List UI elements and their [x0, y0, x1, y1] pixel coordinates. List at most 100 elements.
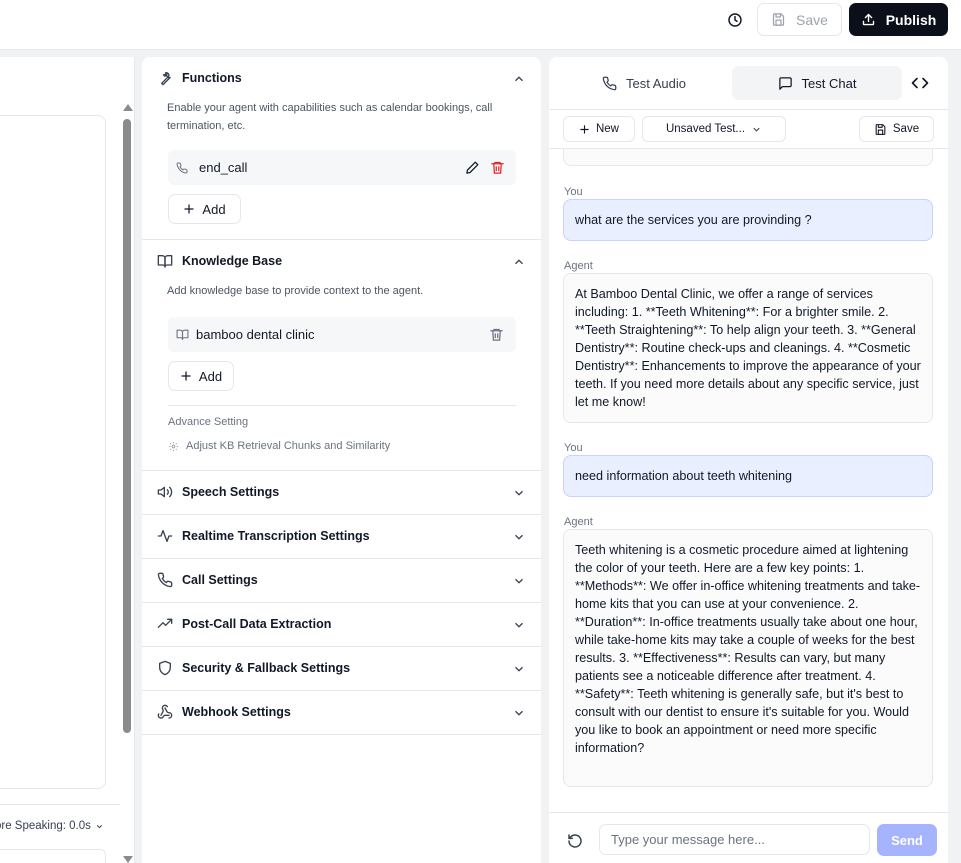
divider	[168, 405, 516, 406]
post-call-extraction-title: Post-Call Data Extraction	[182, 617, 332, 631]
ignore-speaking-select[interactable]: Ignore Speaking: 0.0s	[0, 820, 104, 832]
scroll-up-arrow[interactable]	[123, 104, 133, 111]
history-button[interactable]	[722, 7, 748, 33]
post-call-extraction-section[interactable]: Post-Call Data Extraction	[142, 603, 541, 647]
divider	[0, 804, 120, 805]
message-role: Agent	[564, 516, 593, 528]
webhook-settings-header[interactable]: Webhook Settings	[157, 702, 291, 722]
chevron-down-icon	[753, 127, 760, 132]
call-settings-header[interactable]: Call Settings	[157, 570, 258, 590]
add-function-button[interactable]: Add	[168, 194, 241, 224]
phone-icon	[157, 572, 173, 588]
prompt-editor[interactable]	[0, 115, 106, 789]
tab-test-audio[interactable]: Test Audio	[564, 66, 724, 100]
trash-icon[interactable]	[490, 160, 505, 175]
knowledge-base-section: Knowledge Base Add knowledge base to pro…	[142, 240, 541, 471]
new-chat-label: New	[595, 123, 619, 135]
chevron-down-icon[interactable]	[512, 486, 526, 500]
realtime-transcription-header[interactable]: Realtime Transcription Settings	[157, 526, 370, 546]
chat-messages[interactable]: You what are the services you are provin…	[549, 149, 948, 812]
realtime-transcription-title: Realtime Transcription Settings	[182, 529, 370, 543]
pencil-icon[interactable]	[465, 160, 480, 175]
webhook-icon	[157, 704, 173, 719]
chevron-down-icon[interactable]	[512, 706, 526, 720]
webhook-settings-title: Webhook Settings	[182, 705, 291, 719]
shield-icon	[159, 660, 171, 676]
tab-test-chat[interactable]: Test Chat	[732, 66, 902, 100]
security-fallback-title: Security & Fallback Settings	[182, 661, 351, 675]
scroll-thumb[interactable]	[123, 119, 131, 733]
save-button[interactable]: Save	[757, 3, 842, 36]
phone-icon	[602, 76, 617, 90]
refresh-icon[interactable]	[567, 833, 583, 849]
floppy-disk-icon	[875, 123, 886, 135]
save-button-label: Save	[796, 11, 828, 28]
security-fallback-header[interactable]: Security & Fallback Settings	[157, 658, 350, 678]
post-call-extraction-header[interactable]: Post-Call Data Extraction	[157, 614, 331, 634]
add-knowledge-base-button[interactable]: Add	[168, 361, 234, 391]
wrench-icon	[161, 72, 171, 86]
call-settings-section[interactable]: Call Settings	[142, 559, 541, 603]
test-session-value: Unsaved Test...	[665, 123, 746, 135]
save-test-button[interactable]: Save	[859, 116, 934, 142]
upload-icon	[862, 13, 874, 26]
previous-message-bubble	[563, 149, 933, 166]
plus-icon	[184, 204, 195, 214]
phone-icon	[176, 161, 188, 173]
code-icon[interactable]	[911, 74, 929, 92]
message-input[interactable]	[599, 824, 870, 855]
speaker-icon	[157, 486, 173, 498]
chat-toolbar: New Unsaved Test... Save	[549, 109, 948, 149]
scroll-down-arrow[interactable]	[123, 856, 133, 863]
prompt-panel: Ignore Speaking: 0.0s	[0, 57, 135, 863]
knowledge-base-title: Knowledge Base	[182, 254, 283, 268]
chevron-down-icon[interactable]	[512, 618, 526, 632]
new-chat-button[interactable]: New	[563, 116, 635, 142]
chevron-down-icon[interactable]	[512, 574, 526, 588]
publish-button[interactable]: Publish	[849, 3, 948, 36]
floppy-disk-icon	[772, 13, 785, 26]
knowledge-base-header[interactable]: Knowledge Base	[157, 251, 282, 271]
kb-retrieval-settings-link[interactable]: Adjust KB Retrieval Chunks and Similarit…	[168, 440, 390, 452]
book-icon	[157, 255, 173, 268]
chevron-up-icon[interactable]	[512, 72, 526, 86]
scrollbar[interactable]	[121, 104, 133, 863]
agent-message-bubble: At Bamboo Dental Clinic, we offer a rang…	[563, 273, 933, 423]
realtime-transcription-section[interactable]: Realtime Transcription Settings	[142, 515, 541, 559]
tab-test-chat-label: Test Chat	[801, 75, 857, 91]
save-test-label: Save	[892, 123, 920, 135]
message-text: what are the services you are provinding…	[575, 213, 812, 227]
add-knowledge-base-label: Add	[198, 368, 223, 384]
message-text: need information about teeth whitening	[575, 469, 793, 483]
test-panel: Test Audio Test Chat New Unsaved Test...…	[549, 57, 948, 863]
message-role: You	[564, 442, 583, 454]
knowledge-base-item[interactable]: bamboo dental clinic	[168, 317, 516, 352]
chevron-up-icon[interactable]	[512, 255, 526, 269]
message-text: At Bamboo Dental Clinic, we offer a rang…	[575, 287, 921, 409]
message-text: Teeth whitening is a cosmetic procedure …	[575, 543, 921, 755]
trending-up-icon	[157, 618, 173, 628]
chat-bubble-icon	[778, 76, 792, 90]
webhook-settings-section[interactable]: Webhook Settings	[142, 691, 541, 735]
call-settings-title: Call Settings	[182, 573, 258, 587]
message-role: You	[564, 186, 583, 198]
send-button[interactable]: Send	[877, 824, 937, 856]
test-session-select[interactable]: Unsaved Test...	[642, 116, 786, 142]
speech-settings-title: Speech Settings	[182, 485, 280, 499]
function-item[interactable]: end_call	[168, 150, 516, 185]
functions-header[interactable]: Functions	[157, 68, 242, 88]
publish-button-label: Publish	[885, 11, 937, 28]
security-fallback-section[interactable]: Security & Fallback Settings	[142, 647, 541, 691]
functions-title: Functions	[182, 71, 242, 85]
gear-icon	[168, 441, 179, 451]
settings-panel: Functions Enable your agent with capabil…	[142, 57, 541, 863]
user-message-bubble: what are the services you are provinding…	[563, 199, 933, 241]
left-input[interactable]	[0, 849, 106, 863]
chevron-down-icon[interactable]	[512, 662, 526, 676]
speech-settings-header[interactable]: Speech Settings	[157, 482, 279, 502]
knowledge-base-name: bamboo dental clinic	[196, 327, 315, 342]
speech-settings-section[interactable]: Speech Settings	[142, 471, 541, 515]
plus-icon	[580, 124, 589, 134]
trash-icon[interactable]	[489, 327, 504, 342]
chevron-down-icon[interactable]	[512, 530, 526, 544]
